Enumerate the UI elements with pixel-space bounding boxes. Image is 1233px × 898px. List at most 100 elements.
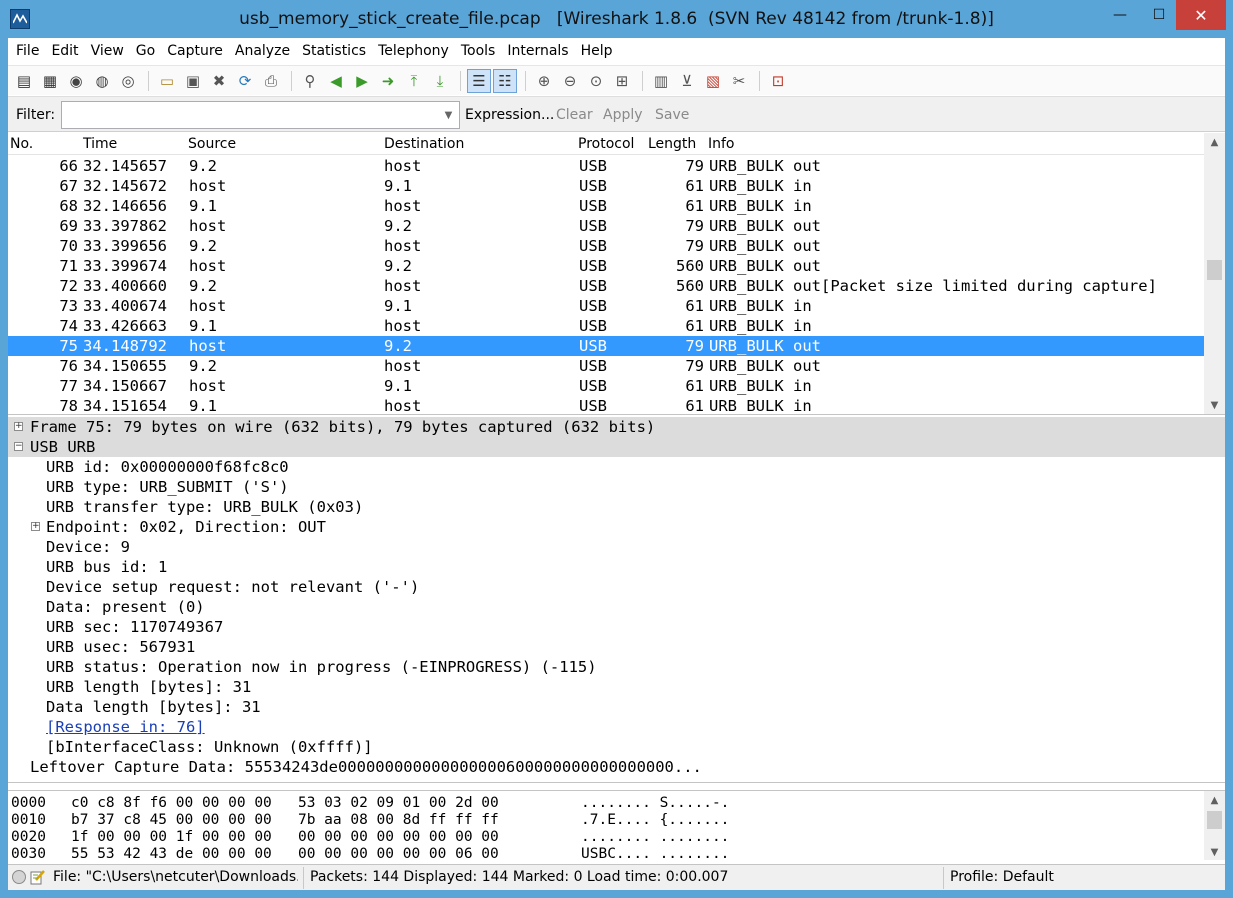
detail-row[interactable]: URB length [bytes]: 31 [8,677,1225,697]
packet-row[interactable]: 78 34.151654 9.1 host USB 61 URB_BULK in [8,396,1204,414]
packet-row[interactable]: 72 33.400660 9.2 host USB 560 URB_BULK out[Pac… [8,276,1204,296]
autoscroll-icon[interactable]: ☷ [493,68,517,93]
bytes-row[interactable]: 0010 b7 37 c8 45 00 00 00 00 7b aa 08 00 … [8,812,1204,829]
column-header-info[interactable]: Info [708,136,735,152]
go-to-packet-icon[interactable]: ➜ [376,69,400,93]
go-last-icon[interactable]: ⤓ [428,69,452,93]
save-button[interactable]: Save [655,107,689,123]
detail-row[interactable]: Device: 9 [8,537,1225,557]
zoom-normal-icon[interactable]: ⊙ [584,69,608,93]
detail-row[interactable]: URB status: Operation now in progress (-… [8,657,1225,677]
apply-button[interactable]: Apply [603,107,643,123]
go-back-icon[interactable]: ◀ [324,69,348,93]
detail-row[interactable]: [Response in: 76] [8,717,1225,737]
zoom-out-icon[interactable]: ⊖ [558,69,582,93]
column-header-protocol[interactable]: Protocol [578,136,634,152]
preferences-icon[interactable]: ✂ [727,69,751,93]
packet-list-scrollbar[interactable]: ▲ ▼ [1204,133,1225,414]
bytes-row[interactable]: 0020 1f 00 00 00 1f 00 00 00 00 00 00 00 … [8,829,1204,846]
menu-analyze[interactable]: Analyze [229,43,296,59]
detail-row[interactable]: URB sec: 1170749367 [8,617,1225,637]
column-header-destination[interactable]: Destination [384,136,464,152]
menu-telephony[interactable]: Telephony [372,43,455,59]
bytes-scrollbar[interactable]: ▲ ▼ [1204,791,1225,860]
find-packet-icon[interactable]: ⚲ [298,69,322,93]
column-header-time[interactable]: Time [83,136,117,152]
save-file-icon[interactable]: ▣ [181,69,205,93]
restart-capture-icon[interactable]: ◎ [116,69,140,93]
chevron-down-icon[interactable]: ▼ [438,102,459,128]
detail-row[interactable]: [bInterfaceClass: Unknown (0xffff)] [8,737,1225,757]
detail-row[interactable]: URB usec: 567931 [8,637,1225,657]
stop-capture-icon[interactable]: ◍ [90,69,114,93]
capture-comment-icon[interactable] [30,869,46,885]
interface-list-icon[interactable]: ▤ [12,69,36,93]
print-icon[interactable]: ⎙ [259,69,283,93]
packet-row[interactable]: 66 32.145657 9.2 host USB 79 URB_BULK out [8,156,1204,176]
detail-row[interactable]: Device setup request: not relevant ('-') [8,577,1225,597]
menu-file[interactable]: File [10,43,45,59]
display-filters-icon[interactable]: ⊻ [675,69,699,93]
menu-statistics[interactable]: Statistics [296,43,372,59]
close-file-icon[interactable]: ✖ [207,69,231,93]
open-file-icon[interactable]: ▭ [155,69,179,93]
detail-row[interactable]: Data: present (0) [8,597,1225,617]
title-bar[interactable]: usb_memory_stick_create_file.pcap [Wires… [0,0,1233,38]
scroll-up-icon[interactable]: ▲ [1204,133,1225,151]
packet-row[interactable]: 68 32.146656 9.1 host USB 61 URB_BULK in [8,196,1204,216]
column-header-length[interactable]: Length [648,136,696,152]
clear-button[interactable]: Clear [556,107,593,123]
detail-row[interactable]: URB type: URB_SUBMIT ('S') [8,477,1225,497]
packet-row[interactable]: 75 34.148792 host 9.2 USB 79 URB_BULK out [8,336,1204,356]
menu-help[interactable]: Help [575,43,619,59]
packet-row[interactable]: 74 33.426663 9.1 host USB 61 URB_BULK in [8,316,1204,336]
packet-row[interactable]: 70 33.399656 9.2 host USB 79 URB_BULK out [8,236,1204,256]
scroll-down-icon[interactable]: ▼ [1204,396,1225,414]
resize-columns-icon[interactable]: ⊞ [610,69,634,93]
expression-button[interactable]: Expression... [465,107,554,123]
display-filter-input[interactable] [61,101,460,129]
detail-row[interactable]: Data length [bytes]: 31 [8,697,1225,717]
menu-go[interactable]: Go [130,43,161,59]
expert-info-icon[interactable] [12,870,26,884]
help-icon[interactable]: ⊡ [766,69,790,93]
menu-edit[interactable]: Edit [45,43,84,59]
status-profile[interactable]: Profile: Default [950,869,1210,885]
packet-row[interactable]: 73 33.400674 host 9.1 USB 61 URB_BULK in [8,296,1204,316]
detail-row[interactable]: − USB URB [8,437,1225,457]
zoom-in-icon[interactable]: ⊕ [532,69,556,93]
column-header-source[interactable]: Source [188,136,236,152]
reload-icon[interactable]: ⟳ [233,69,257,93]
go-first-icon[interactable]: ⤒ [402,69,426,93]
packet-row[interactable]: 76 34.150655 9.2 host USB 79 URB_BULK out [8,356,1204,376]
go-forward-icon[interactable]: ▶ [350,69,374,93]
capture-filters-icon[interactable]: ▥ [649,69,673,93]
bytes-row[interactable]: 0000 c0 c8 8f f6 00 00 00 00 53 03 02 09 … [8,795,1204,812]
expand-icon[interactable]: + [14,422,23,431]
detail-row[interactable]: + Endpoint: 0x02, Direction: OUT [8,517,1225,537]
column-header-no[interactable]: No. [10,136,33,152]
collapse-icon[interactable]: − [14,442,23,451]
detail-row[interactable]: URB transfer type: URB_BULK (0x03) [8,497,1225,517]
detail-row[interactable]: + Frame 75: 79 bytes on wire (632 bits), … [8,417,1225,437]
start-capture-icon[interactable]: ◉ [64,69,88,93]
detail-row[interactable]: Leftover Capture Data: 55534243de0000000… [8,757,1225,777]
packet-row[interactable]: 69 33.397862 host 9.2 USB 79 URB_BULK out [8,216,1204,236]
packet-row[interactable]: 67 32.145672 host 9.1 USB 61 URB_BULK in [8,176,1204,196]
menu-tools[interactable]: Tools [455,43,502,59]
packet-row[interactable]: 71 33.399674 host 9.2 USB 560 URB_BULK out [8,256,1204,276]
detail-row[interactable]: URB id: 0x00000000f68fc8c0 [8,457,1225,477]
menu-internals[interactable]: Internals [501,43,574,59]
response-link[interactable]: [Response in: 76] [46,718,205,736]
menu-view[interactable]: View [85,43,130,59]
scroll-down-icon[interactable]: ▼ [1204,843,1225,860]
expand-icon[interactable]: + [31,522,40,531]
coloring-rules-icon[interactable]: ▧ [701,69,725,93]
packet-row[interactable]: 77 34.150667 host 9.1 USB 61 URB_BULK in [8,376,1204,396]
capture-options-icon[interactable]: ▦ [38,69,62,93]
scrollbar-thumb[interactable] [1207,811,1222,829]
detail-row[interactable]: URB bus id: 1 [8,557,1225,577]
close-button[interactable]: ✕ [1176,0,1226,30]
scroll-up-icon[interactable]: ▲ [1204,791,1225,809]
scrollbar-thumb[interactable] [1207,260,1222,280]
